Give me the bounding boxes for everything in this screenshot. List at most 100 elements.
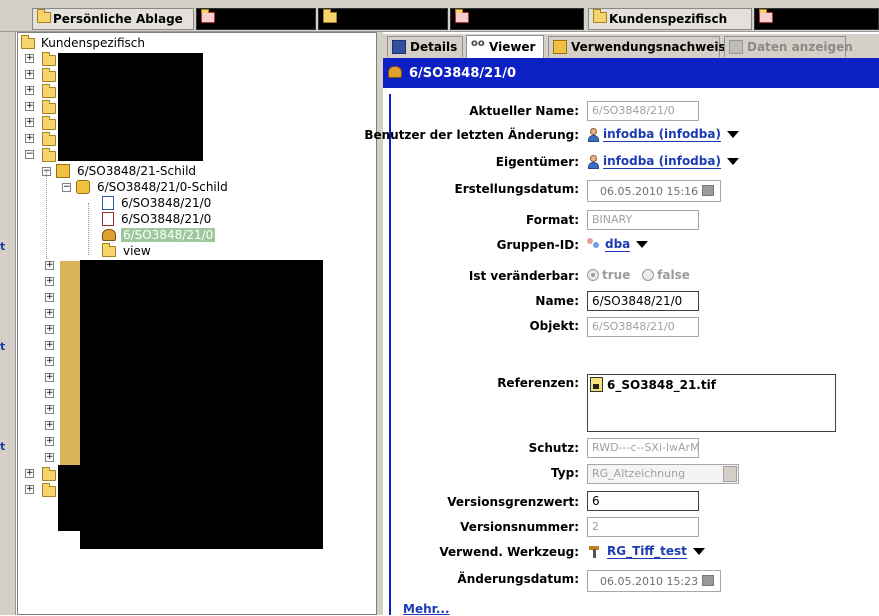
label-object: Objekt: bbox=[529, 319, 579, 333]
last-modified-user[interactable]: infodba (infodba) bbox=[587, 127, 739, 142]
tab-verwendungsnachweis[interactable]: Verwendungsnachweis bbox=[548, 36, 726, 57]
tab-persoenliche-ablage[interactable]: Persönliche Ablage bbox=[32, 8, 194, 30]
expand-toggle[interactable]: + bbox=[45, 277, 54, 286]
expand-toggle[interactable]: + bbox=[45, 389, 54, 398]
group-id[interactable]: dba bbox=[587, 237, 649, 252]
tab-kundenspezifisch[interactable]: Kundenspezifisch bbox=[588, 8, 752, 30]
folder-icon[interactable] bbox=[42, 52, 56, 69]
sidebar-mark[interactable]: t bbox=[0, 240, 8, 253]
reference-item[interactable]: 6_SO3848_21.tif bbox=[590, 377, 716, 392]
tree-panel: Kundenspezifisch + + + + + + − − 6/SO384… bbox=[17, 32, 377, 615]
more-link[interactable]: Mehr... bbox=[403, 602, 450, 616]
radio-false[interactable]: false bbox=[642, 268, 690, 282]
user-icon bbox=[587, 154, 599, 169]
dropdown-arrow-icon[interactable] bbox=[692, 548, 705, 555]
expand-toggle[interactable]: + bbox=[25, 118, 34, 127]
tree-node-view[interactable]: view bbox=[102, 242, 153, 259]
item-icon bbox=[56, 164, 70, 178]
expand-toggle[interactable]: + bbox=[25, 54, 34, 63]
expand-toggle[interactable]: + bbox=[45, 341, 54, 350]
current-name-field: 6/SO3848/21/0 bbox=[587, 101, 699, 121]
sidebar-mark[interactable]: t bbox=[0, 440, 8, 453]
tab-redacted-2[interactable] bbox=[318, 8, 448, 30]
dropdown-arrow-icon[interactable] bbox=[636, 241, 649, 248]
expand-toggle[interactable]: + bbox=[25, 469, 34, 478]
tab-redacted-3[interactable] bbox=[450, 8, 584, 30]
redacted-block bbox=[58, 465, 118, 531]
tree-node-item-revision[interactable]: − 6/SO3848/21/0-Schild bbox=[62, 179, 230, 195]
viewer-icon: oo bbox=[471, 38, 485, 49]
folder-icon[interactable] bbox=[42, 68, 56, 85]
reference-label: 6_SO3848_21.tif bbox=[607, 377, 716, 392]
references-list[interactable]: 6_SO3848_21.tif bbox=[587, 374, 836, 432]
tab-label: Viewer bbox=[489, 40, 536, 54]
tab-daten-anzeigen[interactable]: Daten anzeigen bbox=[724, 36, 853, 57]
tab-label: Persönliche Ablage bbox=[53, 12, 183, 26]
label-version-number: Versionsnummer: bbox=[460, 520, 579, 534]
expand-toggle[interactable]: + bbox=[25, 134, 34, 143]
dropdown-arrow-icon[interactable] bbox=[726, 158, 739, 165]
tab-label: Daten anzeigen bbox=[747, 40, 853, 54]
expand-toggle[interactable]: + bbox=[45, 453, 54, 462]
tab-redacted-4[interactable] bbox=[754, 8, 879, 30]
tree-node-item[interactable]: − 6/SO3848/21-Schild bbox=[42, 163, 198, 179]
detail-panel: Details oo Viewer Verwendungsnachweis Da… bbox=[364, 32, 879, 616]
tree-node-form[interactable]: 6/SO3848/21/0 bbox=[102, 195, 213, 211]
expand-toggle[interactable]: + bbox=[25, 70, 34, 79]
collapse-toggle[interactable]: − bbox=[62, 182, 71, 192]
last-modified-user-link[interactable]: infodba (infodba) bbox=[603, 127, 721, 142]
left-sidebar-strip: t t t bbox=[0, 32, 16, 615]
owner[interactable]: infodba (infodba) bbox=[587, 154, 739, 169]
expand-toggle[interactable]: + bbox=[45, 421, 54, 430]
group-id-link[interactable]: dba bbox=[605, 237, 631, 252]
image-file-icon bbox=[590, 377, 603, 392]
tree-node-label: 6/SO3848/21/0-Schild bbox=[97, 180, 228, 194]
folder-icon[interactable] bbox=[42, 483, 56, 500]
tab-details[interactable]: Details bbox=[387, 36, 463, 57]
tree-node-label: 6/SO3848/21/0 bbox=[121, 212, 212, 226]
folder-red-icon bbox=[455, 9, 469, 26]
tool-link[interactable]: RG_Tiff_test bbox=[607, 544, 687, 559]
expand-toggle[interactable]: + bbox=[25, 485, 34, 494]
folder-icon[interactable] bbox=[42, 132, 56, 149]
expand-toggle[interactable]: + bbox=[45, 357, 54, 366]
label-name: Name: bbox=[535, 294, 579, 308]
dropdown-arrow-icon[interactable] bbox=[726, 131, 739, 138]
sidebar-mark[interactable]: t bbox=[0, 340, 8, 353]
expand-toggle[interactable]: + bbox=[45, 405, 54, 414]
tree-root[interactable]: Kundenspezifisch bbox=[21, 34, 147, 51]
revision-limit-input[interactable]: 6 bbox=[587, 491, 699, 511]
tree-node-drawing[interactable]: 6/SO3848/21/0 bbox=[102, 211, 213, 227]
owner-link[interactable]: infodba (infodba) bbox=[603, 154, 721, 169]
modification-date-value: 06.05.2010 15:23 bbox=[600, 575, 699, 588]
redacted-block bbox=[58, 53, 203, 161]
tab-redacted-1[interactable] bbox=[196, 8, 316, 30]
expand-toggle[interactable]: + bbox=[25, 86, 34, 95]
radio-dot bbox=[642, 269, 655, 281]
user-icon bbox=[587, 127, 599, 142]
tree-node-dataset-selected[interactable]: 6/SO3848/21/0 bbox=[102, 227, 216, 243]
tab-viewer[interactable]: oo Viewer bbox=[466, 35, 544, 58]
expand-toggle[interactable]: + bbox=[45, 261, 54, 270]
expand-toggle[interactable]: + bbox=[45, 325, 54, 334]
folder-icon bbox=[37, 9, 51, 26]
expand-toggle[interactable]: + bbox=[45, 293, 54, 302]
label-group-id: Gruppen-ID: bbox=[496, 238, 579, 252]
name-input[interactable]: 6/SO3848/21/0 bbox=[587, 291, 699, 311]
tool[interactable]: RG_Tiff_test bbox=[587, 544, 705, 559]
calendar-icon bbox=[702, 185, 714, 196]
expand-toggle[interactable]: + bbox=[45, 373, 54, 382]
expand-toggle[interactable]: + bbox=[25, 102, 34, 111]
expand-toggle[interactable]: + bbox=[45, 309, 54, 318]
expand-toggle[interactable]: + bbox=[45, 437, 54, 446]
folder-icon[interactable] bbox=[42, 84, 56, 101]
tree-guide-line bbox=[46, 171, 47, 259]
label-last-modified-user: Benutzer der letzten Änderung: bbox=[364, 128, 579, 142]
folder-icon[interactable] bbox=[42, 116, 56, 133]
properties-form: Aktueller Name: 6/SO3848/21/0 Benutzer d… bbox=[364, 94, 879, 616]
folder-icon[interactable] bbox=[42, 467, 56, 484]
radio-true[interactable]: true bbox=[587, 268, 630, 282]
folder-icon[interactable] bbox=[42, 100, 56, 117]
collapse-toggle[interactable]: − bbox=[25, 150, 34, 159]
radio-true-label: true bbox=[602, 268, 631, 282]
